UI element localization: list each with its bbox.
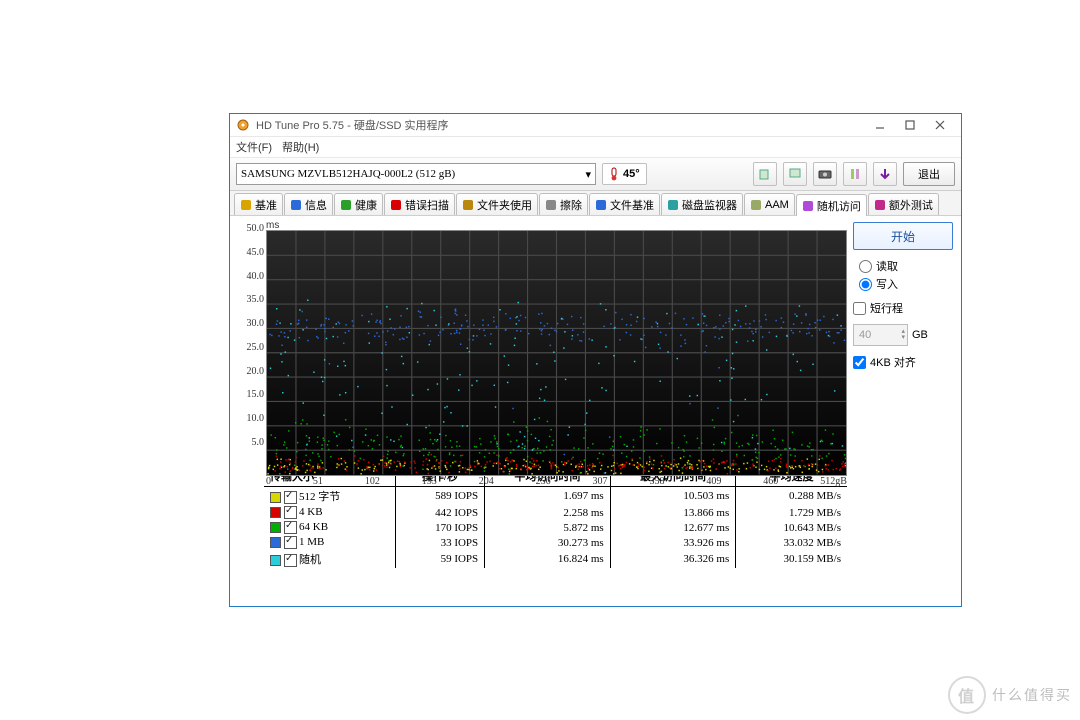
tab-10[interactable]: 额外测试 xyxy=(868,193,939,215)
menubar: 文件(F) 帮助(H) xyxy=(230,137,961,158)
save-button[interactable] xyxy=(873,162,897,186)
menu-file[interactable]: 文件(F) xyxy=(236,139,272,155)
drive-select[interactable]: SAMSUNG MZVLB512HAJQ-000L2 (512 gB) ▾ xyxy=(236,163,596,185)
series-toggle[interactable] xyxy=(284,491,297,504)
tab-4[interactable]: 文件夹使用 xyxy=(456,193,538,215)
short-stroke-input[interactable]: 40 ▴▾ xyxy=(853,324,908,346)
tab-9[interactable]: 随机访问 xyxy=(796,194,867,216)
mode-write-radio[interactable]: 写入 xyxy=(859,276,953,292)
copy-info-button[interactable] xyxy=(753,162,777,186)
series-toggle[interactable] xyxy=(284,536,297,549)
copy-screenshot-button[interactable] xyxy=(783,162,807,186)
window-title: HD Tune Pro 5.75 - 硬盘/SSD 实用程序 xyxy=(256,117,865,133)
tab-7[interactable]: 磁盘监视器 xyxy=(661,193,743,215)
tab-icon xyxy=(545,199,557,211)
tab-2[interactable]: 健康 xyxy=(334,193,383,215)
y-axis-unit: ms xyxy=(266,220,847,230)
app-window: HD Tune Pro 5.75 - 硬盘/SSD 实用程序 文件(F) 帮助(… xyxy=(229,113,962,607)
titlebar: HD Tune Pro 5.75 - 硬盘/SSD 实用程序 xyxy=(230,114,961,137)
tab-icon xyxy=(462,199,474,211)
close-button[interactable] xyxy=(925,116,955,134)
x-axis: 051102153204256307358409460512gB xyxy=(266,476,847,487)
tab-0[interactable]: 基准 xyxy=(234,193,283,215)
chart-area: 50.045.040.035.030.025.020.015.010.05.0 … xyxy=(238,220,847,462)
table-row: 512 字节589 IOPS1.697 ms10.503 ms0.288 MB/… xyxy=(264,487,847,506)
start-button[interactable]: 开始 xyxy=(853,222,953,250)
tab-icon xyxy=(667,199,679,211)
exit-button[interactable]: 退出 xyxy=(903,162,955,186)
short-stroke-checkbox[interactable]: 短行程 xyxy=(853,300,953,316)
tab-icon xyxy=(290,199,302,211)
side-panel: 开始 读取 写入 短行程 40 ▴▾ GB 4KB 对齐 xyxy=(853,220,953,602)
align-4kb-checkbox[interactable]: 4KB 对齐 xyxy=(853,354,953,370)
tab-icon xyxy=(390,199,402,211)
minimize-button[interactable] xyxy=(865,116,895,134)
short-stroke-unit: GB xyxy=(912,329,928,341)
series-toggle[interactable] xyxy=(284,554,297,567)
series-toggle[interactable] xyxy=(284,506,297,519)
app-icon xyxy=(236,118,250,132)
scatter-plot xyxy=(266,230,847,476)
watermark-icon: 值 xyxy=(948,676,986,714)
menu-help[interactable]: 帮助(H) xyxy=(282,139,319,155)
tab-1[interactable]: 信息 xyxy=(284,193,333,215)
tab-3[interactable]: 错误扫描 xyxy=(384,193,455,215)
options-button[interactable] xyxy=(843,162,867,186)
tab-6[interactable]: 文件基准 xyxy=(589,193,660,215)
maximize-button[interactable] xyxy=(895,116,925,134)
tab-icon xyxy=(750,199,762,211)
table-row: 随机59 IOPS16.824 ms36.326 ms30.159 MB/s xyxy=(264,550,847,568)
tab-icon xyxy=(874,199,886,211)
watermark-text: 什么值得买 xyxy=(992,685,1072,705)
tab-icon xyxy=(595,199,607,211)
mode-read-radio[interactable]: 读取 xyxy=(859,258,953,274)
watermark: 值 什么值得买 xyxy=(948,676,1072,714)
thermometer-icon xyxy=(609,167,619,181)
screenshot-button[interactable] xyxy=(813,162,837,186)
stepper-arrows-icon: ▴▾ xyxy=(901,329,905,341)
tab-5[interactable]: 擦除 xyxy=(539,193,588,215)
series-toggle[interactable] xyxy=(284,521,297,534)
tab-icon xyxy=(340,199,352,211)
table-row: 64 KB170 IOPS5.872 ms12.677 ms10.643 MB/… xyxy=(264,520,847,535)
temperature-value: 45° xyxy=(623,168,640,180)
tab-8[interactable]: AAM xyxy=(744,193,795,215)
table-row: 1 MB33 IOPS30.273 ms33.926 ms33.032 MB/s xyxy=(264,535,847,550)
tab-icon xyxy=(802,200,814,212)
table-row: 4 KB442 IOPS2.258 ms13.866 ms1.729 MB/s xyxy=(264,505,847,520)
drive-select-value: SAMSUNG MZVLB512HAJQ-000L2 (512 gB) xyxy=(241,168,455,180)
temperature-badge: 45° xyxy=(602,163,647,185)
tab-row: 基准信息健康错误扫描文件夹使用擦除文件基准磁盘监视器AAM随机访问额外测试 xyxy=(230,191,961,216)
tab-icon xyxy=(240,199,252,211)
y-axis: 50.045.040.035.030.025.020.015.010.05.0 xyxy=(238,220,266,462)
chevron-down-icon: ▾ xyxy=(585,168,591,181)
toolbar: SAMSUNG MZVLB512HAJQ-000L2 (512 gB) ▾ 45… xyxy=(230,158,961,191)
